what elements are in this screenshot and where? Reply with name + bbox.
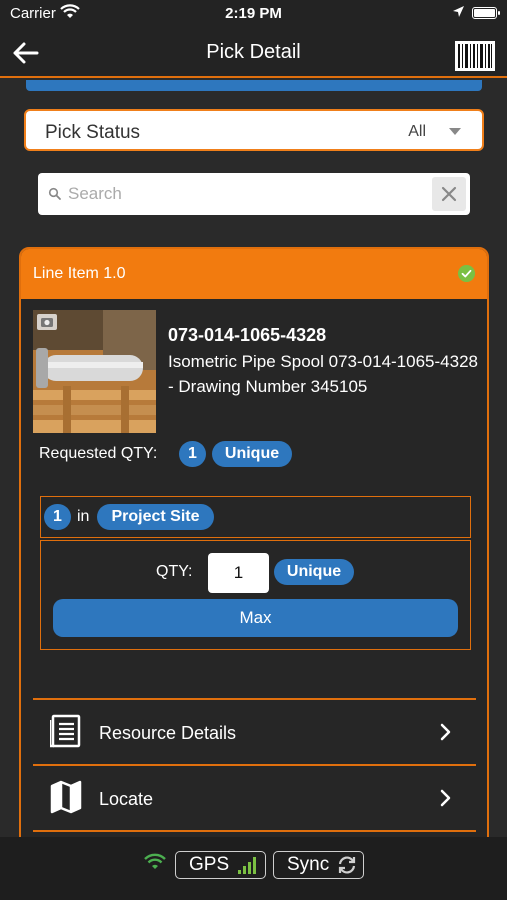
page-title: Pick Detail: [206, 41, 301, 63]
resource-details-row[interactable]: Resource Details: [33, 700, 476, 764]
requested-qty-badge: 1: [179, 441, 206, 467]
content-scroll[interactable]: Pick Status All Line Item 1.0: [0, 80, 507, 837]
search-input[interactable]: [68, 179, 428, 209]
location-row[interactable]: 1 in Project Site: [40, 496, 471, 538]
gps-label: GPS: [189, 854, 230, 875]
requested-unit-badge: Unique: [212, 441, 292, 467]
barcode-icon[interactable]: [455, 41, 495, 71]
divider: [33, 830, 476, 832]
quantity-input[interactable]: 1: [208, 553, 269, 593]
map-icon: [50, 780, 82, 814]
bottom-status-bar: GPS Sync: [0, 837, 507, 900]
close-icon: [441, 186, 457, 202]
search-icon: [48, 187, 61, 200]
item-number: 073-014-1065-4328: [168, 325, 327, 345]
top-blue-bar: [26, 80, 482, 91]
pick-status-select[interactable]: Pick Status All: [24, 109, 484, 151]
requested-qty-label: Requested QTY:: [39, 445, 158, 462]
sync-label: Sync: [287, 854, 330, 875]
clock: 2:19 PM: [225, 5, 282, 22]
nav-bar: Pick Detail: [0, 28, 507, 78]
gps-status[interactable]: GPS: [175, 851, 266, 879]
document-list-icon: [50, 714, 81, 748]
sync-button[interactable]: Sync: [273, 851, 364, 879]
clear-search-button[interactable]: [432, 177, 466, 211]
location-name-badge: Project Site: [97, 504, 214, 530]
wifi-icon: [144, 853, 166, 869]
status-bar: Carrier 2:19 PM: [0, 0, 507, 28]
battery-icon: [472, 7, 500, 19]
camera-icon: [37, 314, 57, 330]
qty-label: QTY:: [156, 563, 193, 580]
chevron-right-icon: [440, 723, 451, 741]
item-description: Isometric Pipe Spool 073-014-1065-4328 -…: [168, 352, 478, 396]
check-circle-icon: [458, 265, 475, 282]
qty-unit-badge: Unique: [274, 559, 354, 585]
location-qty-badge: 1: [44, 504, 71, 530]
line-item-title: Line Item 1.0: [33, 265, 126, 282]
dropdown-caret-icon: [449, 128, 461, 135]
locate-label: Locate: [99, 789, 154, 809]
locate-row[interactable]: Locate: [33, 766, 476, 830]
resource-details-label: Resource Details: [99, 723, 237, 743]
pick-status-label: Pick Status: [45, 122, 141, 143]
line-item-header[interactable]: Line Item 1.0: [21, 249, 487, 299]
signal-bars-icon: [238, 857, 256, 874]
line-item-card: Line Item 1.0 073-014-1065-4328 Isometri…: [19, 247, 489, 837]
pick-status-value: All: [408, 123, 426, 140]
chevron-right-icon: [440, 789, 451, 807]
item-photo[interactable]: [33, 310, 156, 433]
location-arrow-icon: [453, 6, 464, 17]
quantity-panel: QTY: 1 Unique Max: [40, 540, 471, 650]
sync-icon: [338, 856, 356, 874]
search-bar: [38, 173, 470, 215]
location-in-label: in: [77, 508, 90, 525]
max-button[interactable]: Max: [53, 599, 458, 637]
